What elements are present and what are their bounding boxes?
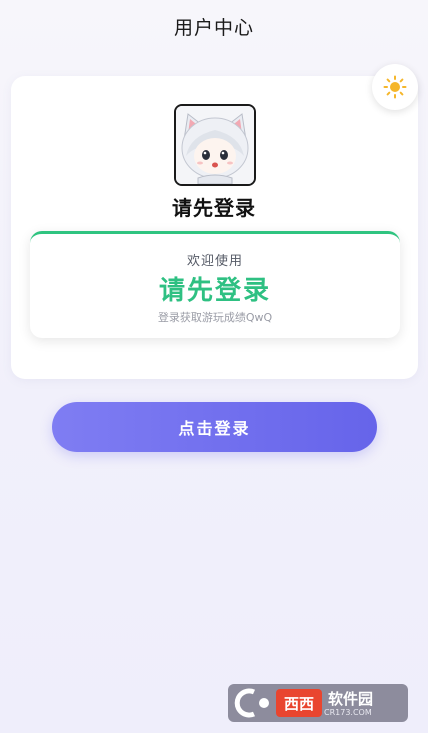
status-title: 请先登录 [158,276,271,306]
theme-toggle-button[interactable] [372,64,418,110]
user-name: 请先登录 [172,196,256,220]
watermark-logo-icon [234,688,269,718]
status-subtitle: 登录获取游玩成绩QwQ [157,311,273,324]
avatar[interactable] [174,104,256,186]
watermark-domain: CR173.COM [324,708,372,717]
anime-cat-girl-avatar-icon [176,106,254,184]
welcome-label: 欢迎使用 [186,254,243,269]
page-title: 用户中心 [173,16,254,39]
watermark: 西西 软件园 CR173.COM [228,684,408,722]
login-button[interactable]: 点击登录 [52,402,377,452]
app-header: 用户中心 [0,0,428,52]
status-card: 欢迎使用 请先登录 登录获取游玩成绩QwQ [30,231,400,338]
sun-icon [383,75,407,99]
watermark-name: 软件园 [328,690,374,708]
watermark-brand: 西西 [276,689,322,717]
